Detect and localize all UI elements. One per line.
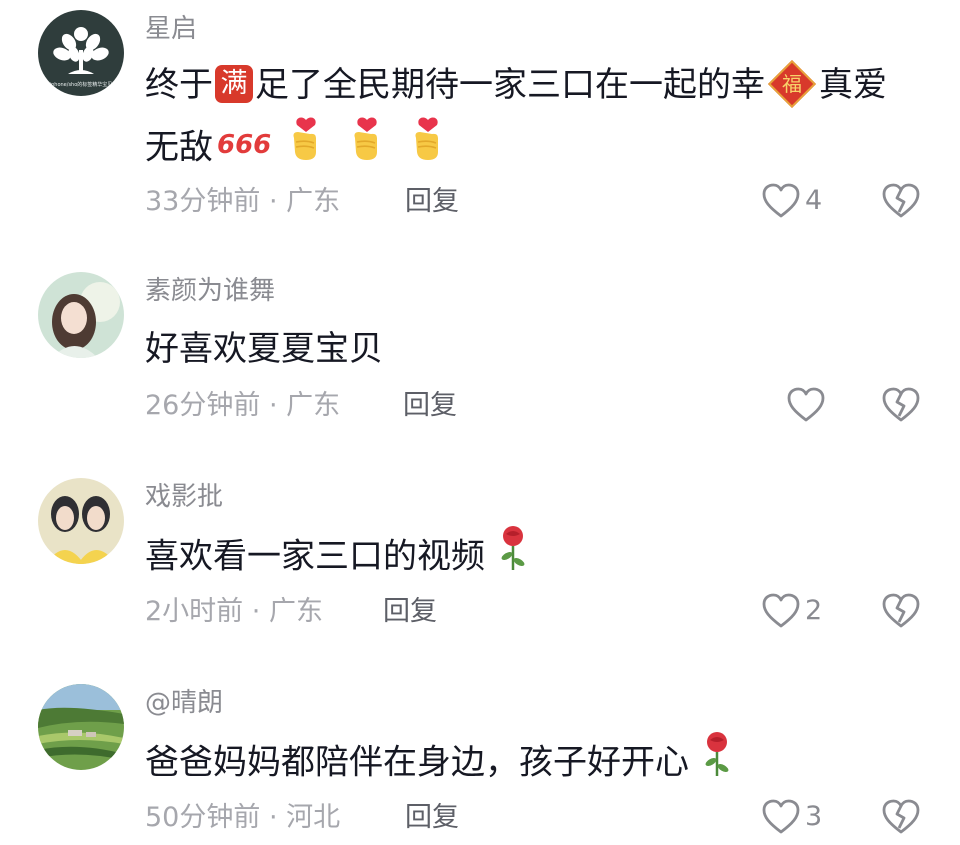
- comment-username[interactable]: 戏影批: [145, 480, 223, 514]
- comment-time: 50分钟前: [145, 802, 261, 833]
- comment-time: 2小时前: [145, 596, 244, 627]
- comment-text: 好喜欢夏夏宝贝: [145, 329, 383, 369]
- meta-separator: ·: [268, 390, 278, 421]
- man-badge-emoji: 满: [215, 64, 253, 103]
- comment-text: 喜欢看一家三口的视频: [145, 524, 925, 592]
- comment-meta: 2小时前 · 广东: [145, 594, 323, 630]
- meta-separator: ·: [268, 802, 278, 833]
- broken-heart-icon: [882, 799, 920, 834]
- dislike-button[interactable]: [881, 386, 921, 428]
- like-button[interactable]: 2: [761, 592, 822, 630]
- broken-heart-icon: [882, 593, 920, 628]
- comment-text-part: 喜欢看一家三口的视频: [145, 536, 485, 577]
- comment-item: @晴朗 爸爸妈妈都陪伴在身边，孩子好开心 50分钟前 · 河北 回复 3: [0, 670, 960, 845]
- comment-time: 26分钟前: [145, 390, 261, 421]
- dislike-button[interactable]: [881, 182, 921, 224]
- like-button[interactable]: 4: [761, 182, 822, 220]
- heart-outline-icon: [762, 799, 800, 834]
- rose-emoji: [496, 524, 530, 592]
- comment-location: 广东: [286, 390, 341, 421]
- comment-meta: 50分钟前 · 河北: [145, 800, 340, 836]
- comment-meta: 33分钟前 · 广东: [145, 184, 340, 220]
- heart-outline-icon: [787, 387, 825, 422]
- finger-heart-emoji: [408, 116, 448, 182]
- reply-button[interactable]: 回复: [383, 594, 437, 630]
- 666-emoji: 666: [217, 130, 272, 160]
- dislike-button[interactable]: [881, 592, 921, 634]
- comment-location: 河北: [286, 802, 341, 833]
- avatar-caption: iphone/sho的标签精华宝贝: [50, 81, 113, 88]
- finger-heart-emoji: [286, 116, 326, 182]
- comment-text-part: 足了全民期待一家三口在一起的幸: [255, 65, 765, 105]
- comment-location: 广东: [268, 596, 323, 627]
- finger-heart-emoji: [347, 116, 387, 182]
- comment-item: iphone/sho的标签精华宝贝 星启 终于满足了全民期待一家三口在一起的幸福…: [0, 0, 960, 250]
- broken-heart-icon: [882, 387, 920, 422]
- comment-username[interactable]: 素颜为谁舞: [145, 274, 275, 308]
- avatar[interactable]: iphone/sho的标签精华宝贝: [38, 10, 124, 96]
- heart-outline-icon: [762, 593, 800, 628]
- comment-text-part: 终于: [145, 65, 213, 105]
- comment-text: 终于满足了全民期待一家三口在一起的幸福真爱 无敌 666: [145, 54, 925, 182]
- heart-outline-icon: [762, 183, 800, 218]
- comment-location: 广东: [286, 186, 341, 217]
- meta-separator: ·: [268, 186, 278, 217]
- fu-diamond-emoji: 福: [767, 59, 817, 108]
- like-button[interactable]: 3: [761, 798, 822, 836]
- meta-separator: ·: [251, 596, 261, 627]
- like-count: 2: [805, 595, 823, 626]
- comment-meta: 26分钟前 · 广东: [145, 388, 340, 424]
- reply-button[interactable]: 回复: [405, 800, 459, 836]
- like-count: 3: [805, 801, 823, 832]
- fu-character: 福: [782, 71, 802, 96]
- comment-text-part: 真爱: [819, 65, 887, 105]
- broken-heart-icon: [882, 183, 920, 218]
- comment-text-part: 爸爸妈妈都陪伴在身边，孩子好开心: [145, 742, 689, 783]
- comment-time: 33分钟前: [145, 186, 261, 217]
- avatar[interactable]: [38, 272, 124, 358]
- avatar[interactable]: [38, 684, 124, 770]
- comment-item: 素颜为谁舞 好喜欢夏夏宝贝 26分钟前 · 广东 回复: [0, 258, 960, 458]
- reply-button[interactable]: 回复: [403, 388, 457, 424]
- comment-username[interactable]: @晴朗: [145, 686, 223, 720]
- comment-item: 戏影批 喜欢看一家三口的视频 2小时前 · 广东 回复 2: [0, 464, 960, 664]
- comment-username[interactable]: 星启: [145, 12, 197, 46]
- avatar[interactable]: [38, 478, 124, 564]
- comment-text-part: 无敌: [145, 127, 213, 168]
- reply-button[interactable]: 回复: [405, 184, 459, 220]
- dislike-button[interactable]: [881, 798, 921, 840]
- like-count: 4: [805, 185, 823, 216]
- rose-emoji: [700, 730, 734, 798]
- comment-text: 爸爸妈妈都陪伴在身边，孩子好开心: [145, 730, 925, 798]
- like-button[interactable]: [786, 386, 830, 424]
